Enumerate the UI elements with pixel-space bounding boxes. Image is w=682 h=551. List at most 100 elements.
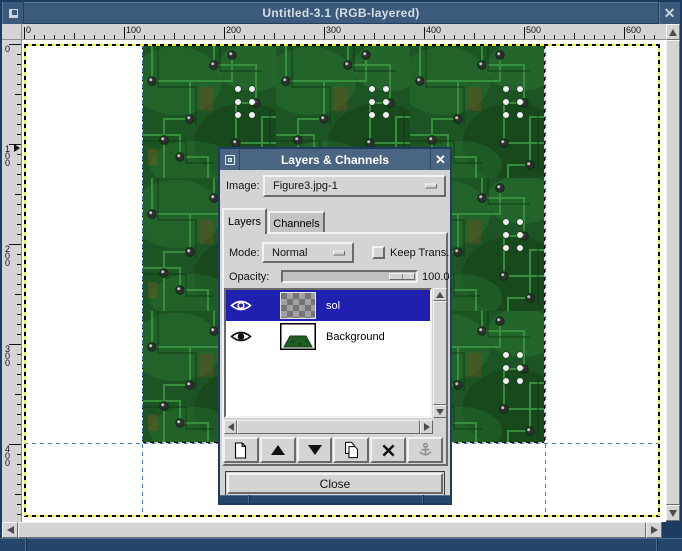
layer-list-vscrollbar[interactable] xyxy=(433,288,447,418)
ruler-tick xyxy=(17,104,21,105)
horizontal-scrollbar-right-button[interactable] xyxy=(646,522,662,538)
ruler-tick xyxy=(17,454,21,455)
vertical-scrollbar[interactable] xyxy=(666,40,680,505)
close-icon: ✕ xyxy=(664,6,676,20)
list-scroll-up-button[interactable] xyxy=(433,288,447,301)
horizontal-scrollbar-left-button[interactable] xyxy=(2,522,18,538)
ruler-tick xyxy=(9,44,21,45)
ruler-tick xyxy=(15,194,21,195)
layers-channels-dialog: Layers & Channels ✕ Image: Figure3.jpg-1… xyxy=(218,147,452,505)
ruler-tick xyxy=(384,35,385,39)
ruler-tick xyxy=(344,35,345,39)
list-vscrollbar-thumb[interactable] xyxy=(433,301,447,405)
ruler-tick xyxy=(17,184,21,185)
horizontal-scrollbar-thumb[interactable] xyxy=(18,522,646,538)
ruler-tick xyxy=(17,484,21,485)
ruler-tick xyxy=(17,64,21,65)
window-bottom-frame xyxy=(0,538,682,551)
ruler-tick xyxy=(114,35,115,39)
close-button-label: Close xyxy=(320,477,351,491)
ruler-tick xyxy=(424,27,425,39)
layer-name: sol xyxy=(326,300,340,312)
raise-layer-button[interactable] xyxy=(260,437,296,463)
ruler-label: 300 xyxy=(326,25,341,35)
duplicate-layer-button[interactable] xyxy=(333,437,369,463)
window-close-button[interactable]: ✕ xyxy=(658,2,680,24)
list-scroll-down-button[interactable] xyxy=(433,405,447,418)
list-hscrollbar-thumb[interactable] xyxy=(237,420,420,434)
delete-layer-button[interactable] xyxy=(370,437,406,463)
ruler-label: 500 xyxy=(526,25,541,35)
vertical-scrollbar-thumb[interactable] xyxy=(666,40,680,505)
tab-channels[interactable]: Channels xyxy=(268,211,325,234)
layer-list-hscrollbar[interactable] xyxy=(224,420,433,434)
dialog-menu-button[interactable] xyxy=(220,149,240,170)
ruler-tick xyxy=(364,35,365,39)
layer-row-background[interactable]: Background xyxy=(226,321,430,352)
ruler-tick xyxy=(564,35,565,39)
vertical-scrollbar-up-button[interactable] xyxy=(666,24,680,40)
ruler-label: 0 xyxy=(26,25,31,35)
visibility-toggle[interactable] xyxy=(226,299,256,312)
ruler-tick xyxy=(284,35,285,39)
ruler-tick xyxy=(34,35,35,39)
keep-trans-checkbox[interactable] xyxy=(372,246,385,259)
window-menu-icon xyxy=(9,9,18,18)
opacity-value: 100.0 xyxy=(422,271,450,283)
horizontal-scrollbar[interactable] xyxy=(18,522,646,538)
mode-option-menu[interactable]: Normal xyxy=(262,242,354,263)
guide-vertical-left[interactable] xyxy=(142,44,143,517)
ruler-tick xyxy=(17,74,21,75)
duplicate-layer-icon xyxy=(343,441,360,459)
horizontal-ruler[interactable]: 0100200300400500600 xyxy=(22,24,666,40)
ruler-label: 2 0 0 xyxy=(5,246,10,267)
ruler-label: 400 xyxy=(426,25,441,35)
arrow-down-icon xyxy=(436,409,444,415)
dialog-close-button[interactable]: ✕ xyxy=(430,149,450,170)
dialog-bottom-frame xyxy=(220,495,450,503)
list-scroll-right-button[interactable] xyxy=(420,420,433,434)
ruler-tick xyxy=(44,35,45,39)
ruler-label: 600 xyxy=(626,25,641,35)
layer-row-sol[interactable]: sol xyxy=(226,290,430,321)
ruler-tick xyxy=(434,35,435,39)
layer-thumbnail[interactable] xyxy=(280,323,316,350)
ruler-tick xyxy=(154,35,155,39)
ruler-tick xyxy=(17,304,21,305)
vertical-ruler[interactable]: 01 0 02 0 03 0 04 0 0 xyxy=(2,40,22,522)
ruler-tick xyxy=(17,404,21,405)
vertical-scrollbar-down-button[interactable] xyxy=(666,505,680,521)
ruler-tick xyxy=(9,144,21,145)
ruler-tick xyxy=(17,154,21,155)
layer-thumbnail[interactable] xyxy=(280,292,316,319)
raise-layer-icon xyxy=(270,444,286,456)
opacity-slider[interactable] xyxy=(281,270,418,283)
opacity-slider-handle[interactable] xyxy=(389,273,415,280)
anchor-layer-button[interactable] xyxy=(407,437,443,463)
ruler-tick xyxy=(17,464,21,465)
ruler-tick xyxy=(624,27,625,39)
image-option-menu[interactable]: Figure3.jpg-1 xyxy=(263,175,446,197)
scrollbar-corner xyxy=(662,522,680,538)
dialog-titlebar[interactable]: Layers & Channels ✕ xyxy=(220,149,450,170)
close-button[interactable]: Close xyxy=(227,473,443,494)
ruler-tick xyxy=(614,35,615,39)
ruler-corner xyxy=(2,24,22,40)
ruler-tick xyxy=(104,35,105,39)
lower-layer-button[interactable] xyxy=(297,437,333,463)
tab-layers[interactable]: Layers xyxy=(222,208,267,234)
guide-vertical-right[interactable] xyxy=(545,44,546,517)
list-scroll-left-button[interactable] xyxy=(224,420,237,434)
visibility-toggle[interactable] xyxy=(226,330,256,343)
window-menu-button[interactable] xyxy=(2,2,24,24)
dialog-body: Image: Figure3.jpg-1 Layers Channels Mod… xyxy=(220,170,450,495)
frame-handle-separator xyxy=(248,495,249,503)
new-layer-icon xyxy=(233,442,248,459)
ruler-tick xyxy=(17,284,21,285)
ruler-tick xyxy=(17,424,21,425)
ruler-tick xyxy=(17,374,21,375)
lower-layer-icon xyxy=(307,444,323,456)
new-layer-button[interactable] xyxy=(223,437,259,463)
ruler-tick xyxy=(294,35,295,39)
window-titlebar: Untitled-3.1 (RGB-layered) ✕ xyxy=(2,2,680,24)
